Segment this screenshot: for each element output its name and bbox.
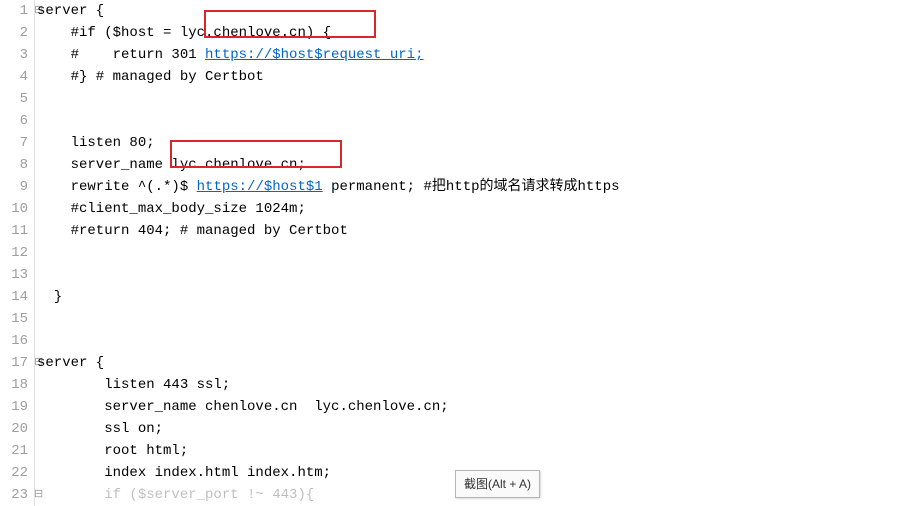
- line-number: 8: [0, 154, 28, 176]
- code-line: }: [37, 286, 905, 308]
- line-number: 16: [0, 330, 28, 352]
- text: # return 301: [37, 47, 205, 63]
- url-link[interactable]: https://$host$request_uri;: [205, 47, 423, 63]
- line-number: 5: [0, 88, 28, 110]
- text: permanent; #把http的域名请求转成https: [323, 179, 620, 195]
- code-line: [37, 264, 905, 286]
- line-number: 2: [0, 22, 28, 44]
- code-line: server {: [37, 0, 905, 22]
- line-number: 18: [0, 374, 28, 396]
- code-line: #if ($host = lyc.chenlove.cn) {: [37, 22, 905, 44]
- code-line: #} # managed by Certbot: [37, 66, 905, 88]
- line-number: 1: [0, 0, 28, 22]
- code-area[interactable]: server { #if ($host = lyc.chenlove.cn) {…: [35, 0, 905, 506]
- line-number: 15: [0, 308, 28, 330]
- highlighted-host: lyc.chenlove.cn;: [171, 157, 305, 173]
- line-number: 17: [0, 352, 28, 374]
- line-number: 7: [0, 132, 28, 154]
- line-number: 22: [0, 462, 28, 484]
- text: server_name: [37, 157, 171, 173]
- code-line: #client_max_body_size 1024m;: [37, 198, 905, 220]
- line-number: 10: [0, 198, 28, 220]
- code-line: #return 404; # managed by Certbot: [37, 220, 905, 242]
- line-number: 9: [0, 176, 28, 198]
- line-number: 4: [0, 66, 28, 88]
- line-number: 3: [0, 44, 28, 66]
- code-line: ssl on;: [37, 418, 905, 440]
- code-line: # return 301 https://$host$request_uri;: [37, 44, 905, 66]
- code-line: rewrite ^(.*)$ https://$host$1 permanent…: [37, 176, 905, 198]
- url-link[interactable]: https://$host$1: [197, 179, 323, 195]
- line-number: 23: [0, 484, 28, 506]
- line-number: 13: [0, 264, 28, 286]
- code-line: server_name chenlove.cn lyc.chenlove.cn;: [37, 396, 905, 418]
- line-number-gutter: 1 2 3 4 5 6 7 8 9 10 11 12 13 14 15 16 1…: [0, 0, 35, 506]
- line-number: 11: [0, 220, 28, 242]
- highlighted-host: lyc.chenlove.cn): [180, 25, 314, 41]
- line-number: 21: [0, 440, 28, 462]
- code-line: listen 443 ssl;: [37, 374, 905, 396]
- code-line: server_name lyc.chenlove.cn;: [37, 154, 905, 176]
- code-line: [37, 308, 905, 330]
- code-line: [37, 88, 905, 110]
- line-number: 12: [0, 242, 28, 264]
- code-line: [37, 330, 905, 352]
- text: {: [314, 25, 331, 41]
- line-number: 14: [0, 286, 28, 308]
- line-number: 20: [0, 418, 28, 440]
- code-line: server {: [37, 352, 905, 374]
- line-number: 6: [0, 110, 28, 132]
- code-line: [37, 110, 905, 132]
- text: rewrite ^(.*)$: [37, 179, 197, 195]
- code-line: listen 80;: [37, 132, 905, 154]
- line-number: 19: [0, 396, 28, 418]
- screenshot-tooltip: 截图(Alt + A): [455, 470, 540, 498]
- code-line: [37, 242, 905, 264]
- code-line: root html;: [37, 440, 905, 462]
- code-editor[interactable]: 1 2 3 4 5 6 7 8 9 10 11 12 13 14 15 16 1…: [0, 0, 905, 506]
- text: #if ($host =: [37, 25, 180, 41]
